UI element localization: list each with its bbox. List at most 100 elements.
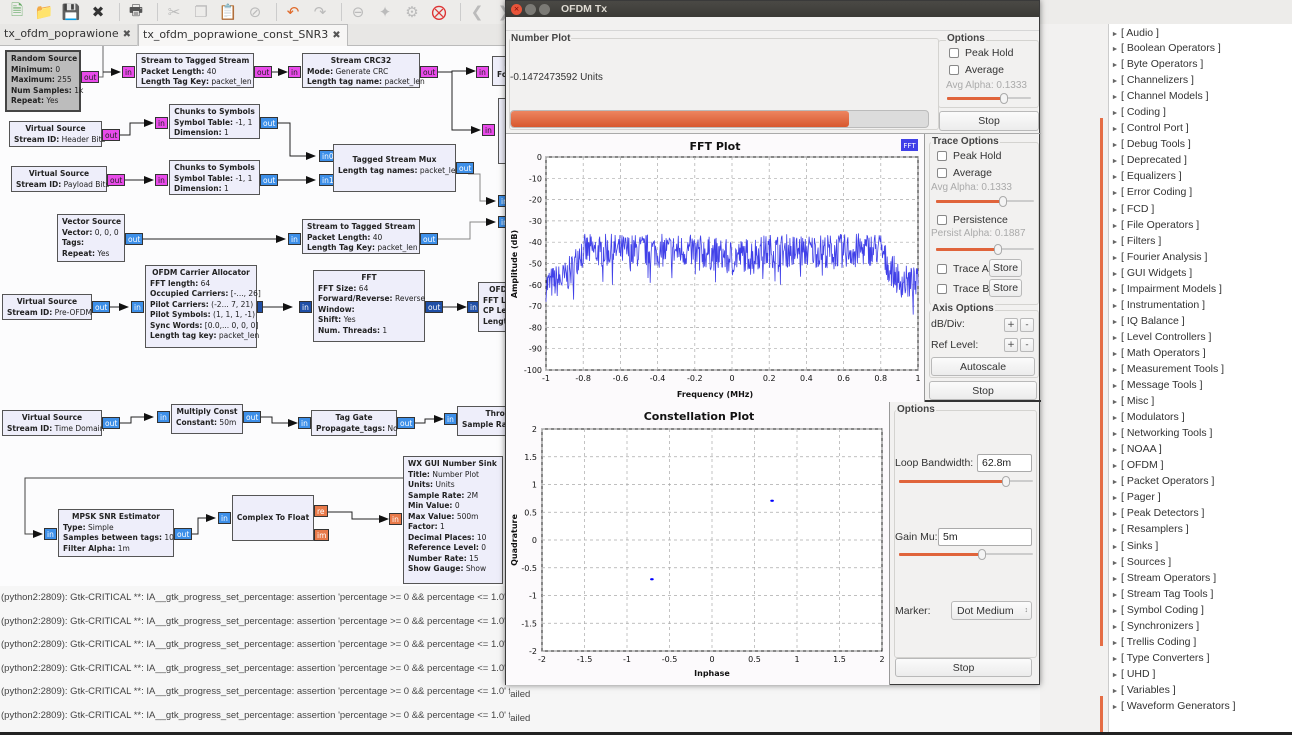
tree-category[interactable]: ►[ Byte Operators ] [1109,56,1292,72]
tree-category[interactable]: ►[ Modulators ] [1109,409,1292,425]
trace-a-checkbox[interactable]: Trace A [937,263,989,275]
tree-category[interactable]: ►[ Symbol Coding ] [1109,602,1292,618]
back-icon[interactable]: ❮ [466,1,488,23]
port-out[interactable]: out [425,301,444,313]
checkbox-box[interactable] [937,168,947,178]
tab-tx-ofdm-poprawione[interactable]: tx_ofdm_poprawione ✖ [0,24,138,46]
checkbox-box[interactable] [937,284,947,294]
tree-category[interactable]: ►[ Message Tools ] [1109,377,1292,393]
port-in[interactable]: in [44,528,57,540]
block-random-source[interactable]: Random Source Minimum: 0 Maximum: 255 Nu… [5,50,83,112]
port-out[interactable]: out [260,174,279,186]
db-div-plus-button[interactable]: + [1004,318,1018,332]
marker-select[interactable]: Dot Medium ↕ [951,601,1032,620]
tree-category[interactable]: ►[ Channel Models ] [1109,88,1292,104]
tree-category[interactable]: ►[ GUI Widgets ] [1109,265,1292,281]
port-in[interactable]: in [288,233,301,245]
tree-category[interactable]: ►[ OFDM ] [1109,457,1292,473]
loop-bandwidth-input[interactable]: 62.8m [977,454,1032,472]
tree-category[interactable]: ►[ Equalizers ] [1109,168,1292,184]
checkbox-box[interactable] [937,264,947,274]
execute-icon[interactable]: ⚙ [401,1,423,23]
port-in[interactable]: in [298,417,311,429]
tree-category[interactable]: ►[ Coding ] [1109,104,1292,120]
port-in[interactable]: in [218,512,231,524]
disable-icon[interactable]: ⊘ [244,1,266,23]
autoscale-button[interactable]: Autoscale [931,357,1035,376]
window-maximize-icon[interactable] [539,3,550,15]
gain-mu-slider[interactable] [899,549,1033,560]
block-vector-source[interactable]: Vector Source Vector: 0, 0, 0 Tags: Repe… [57,214,125,262]
port-re[interactable]: re [314,505,328,517]
console-log[interactable]: (python2:2809): Gtk-CRITICAL **: IA__gtk… [0,586,510,732]
block-virtual-source-payload[interactable]: Virtual Source Stream ID: Payload Bits [11,166,109,192]
block-stream-crc32[interactable]: Stream CRC32 Mode: Generate CRC Length t… [302,53,425,88]
window-titlebar[interactable]: × OFDM Tx [506,1,1039,17]
tree-category[interactable]: ►[ Control Port ] [1109,120,1292,136]
tree-category[interactable]: ►[ Stream Tag Tools ] [1109,586,1292,602]
close-icon[interactable]: ✖ [87,1,109,23]
port-out[interactable]: out [81,71,100,83]
open-icon[interactable]: 📁 [33,1,55,23]
tree-category[interactable]: ►[ Sinks ] [1109,538,1292,554]
port-in[interactable]: in [389,513,402,525]
port-out[interactable]: out [102,417,121,429]
new-icon[interactable]: 🗎 [6,1,28,23]
port-in[interactable]: in [288,66,301,78]
port-in[interactable]: in [131,301,144,313]
port-out[interactable]: out [420,66,439,78]
tab-close-icon[interactable]: ✖ [123,29,131,40]
ref-level-plus-button[interactable]: + [1004,338,1018,352]
block-stream-to-tagged-stream[interactable]: Stream to Tagged Stream Packet Length: 4… [136,53,254,88]
checkbox-box[interactable] [949,65,959,75]
port-in[interactable]: in [299,301,312,313]
persist-alpha-slider[interactable] [936,244,1034,255]
stop-button[interactable]: Stop [939,111,1039,131]
port-in[interactable]: in [476,66,489,78]
block-virtual-source-time-domain[interactable]: Virtual Source Stream ID: Time Domain [2,410,105,436]
save-icon[interactable]: 💾 [60,1,82,23]
port-out[interactable]: out [397,417,416,429]
db-div-minus-button[interactable]: - [1020,318,1034,332]
gain-mu-input[interactable]: 5m [938,528,1032,546]
tree-category[interactable]: ►[ Debug Tools ] [1109,136,1292,152]
tree-category[interactable]: ►[ Audio ] [1109,24,1292,40]
tree-category[interactable]: ►[ FCD ] [1109,201,1292,217]
log-scrollbar[interactable] [1100,696,1103,732]
tree-category[interactable]: ►[ Instrumentation ] [1109,297,1292,313]
block-throttle[interactable]: Thrott Sample Rat [457,406,510,436]
fft-avg-alpha-slider[interactable] [936,196,1034,207]
undo-icon[interactable]: ↶ [282,1,304,23]
port-out[interactable]: out [92,301,111,313]
flowgraph-canvas[interactable]: Random Source Minimum: 0 Maximum: 255 Nu… [0,46,510,586]
block-library-tree[interactable]: ►[ Audio ] ►[ Boolean Operators ] ►[ Byte … [1108,24,1292,732]
tree-category[interactable]: ►[ Networking Tools ] [1109,425,1292,441]
port-out[interactable] [257,301,263,313]
block-stream-to-tagged-stream-2[interactable]: Stream to Tagged Stream Packet Length: 4… [302,219,420,254]
tree-category[interactable]: ►[ Sources ] [1109,554,1292,570]
tree-category[interactable]: ►[ Resamplers ] [1109,521,1292,537]
tree-category[interactable]: ►[ Stream Operators ] [1109,570,1292,586]
cut-icon[interactable]: ✂ [163,1,185,23]
ref-level-minus-button[interactable]: - [1020,338,1034,352]
tab-close-icon[interactable]: ✖ [332,30,340,41]
tree-category[interactable]: ►[ Type Converters ] [1109,650,1292,666]
tree-category[interactable]: ►[ Waveform Generators ] [1109,698,1292,714]
print-icon[interactable]: 🖶 [125,1,147,23]
port-out[interactable]: out [125,233,144,245]
tab-tx-ofdm-poprawione-const-snr3[interactable]: tx_ofdm_poprawione_const_SNR3 ✖ [138,24,348,46]
const-stop-button[interactable]: Stop [895,658,1032,677]
average-checkbox[interactable]: Average [949,64,1004,76]
peak-hold-checkbox[interactable]: Peak Hold [949,47,1013,59]
remove-icon[interactable]: ⊖ [347,1,369,23]
block-fft[interactable]: FFT FFT Size: 64 Forward/Reverse: Revers… [313,270,425,342]
port-in[interactable]: in [155,117,168,129]
port-in[interactable]: in [482,124,495,136]
canvas-scrollbar[interactable] [1100,118,1103,646]
port-im[interactable]: im [314,529,330,541]
block-virtual-source-pre-ofdm[interactable]: Virtual Source Stream ID: Pre-OFDM [2,294,92,320]
checkbox-box[interactable] [937,215,947,225]
tree-category[interactable]: ►[ File Operators ] [1109,217,1292,233]
fft-stop-button[interactable]: Stop [929,381,1037,400]
store-trace-a-button[interactable]: Store [989,259,1022,277]
